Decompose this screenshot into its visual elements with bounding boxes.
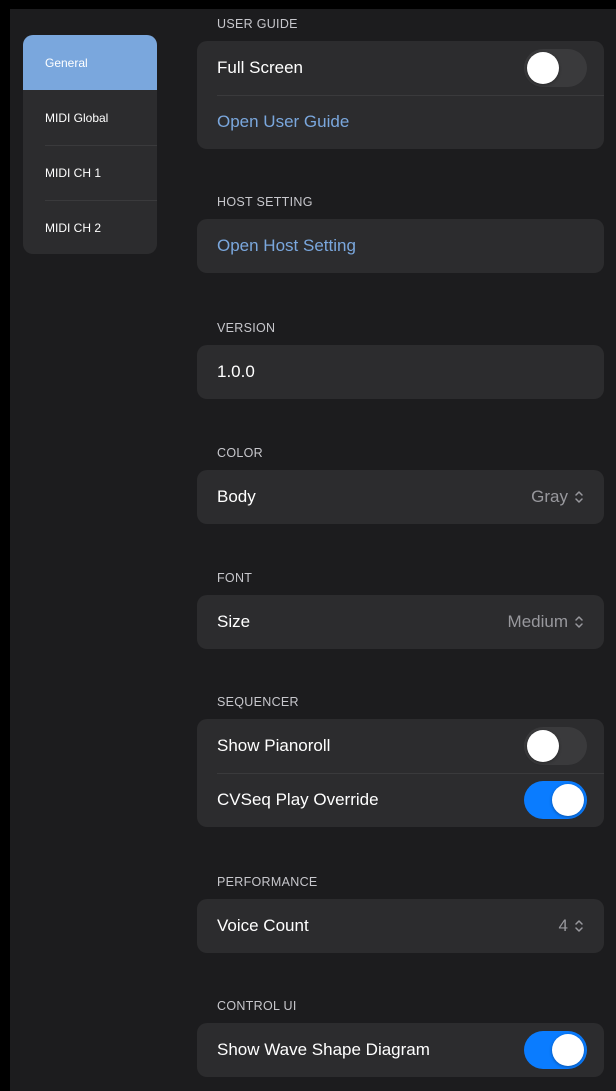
section-user-guide: USER GUIDE Full Screen Open User Guide [197,14,604,149]
body-color-label: Body [217,487,256,506]
section-header: SEQUENCER [217,695,299,709]
wave-shape-toggle[interactable] [524,1031,587,1069]
section-header: PERFORMANCE [217,875,318,889]
top-edge [0,0,616,9]
show-pianoroll-toggle[interactable] [524,727,587,765]
voice-count-row[interactable]: Voice Count 4 [197,899,604,953]
section-host-setting: HOST SETTING Open Host Setting [197,192,604,273]
section-header: VERSION [217,321,276,335]
group-version: 1.0.0 [197,345,604,399]
group-control-ui: Show Wave Shape Diagram [197,1023,604,1077]
open-host-setting-link[interactable]: Open Host Setting [197,219,604,273]
group-host-setting: Open Host Setting [197,219,604,273]
font-size-select[interactable]: Medium [508,612,584,632]
sidebar-item-label: MIDI CH 1 [45,165,102,180]
updown-chevron-icon [575,491,583,503]
toggle-knob [527,730,559,762]
sidebar: General MIDI Global MIDI CH 1 MIDI CH 2 [23,35,157,254]
section-header: COLOR [217,446,263,460]
font-size-label: Size [217,612,251,631]
sidebar-item-label: MIDI CH 2 [45,220,102,235]
voice-count-label: Voice Count [217,916,309,935]
version-row: 1.0.0 [197,345,604,399]
section-color: COLOR Body Gray [197,443,604,524]
section-header: HOST SETTING [217,195,313,209]
group-user-guide: Full Screen Open User Guide [197,41,604,149]
section-sequencer: SEQUENCER Show Pianoroll CVSeq Play Over… [197,692,604,827]
group-color: Body Gray [197,470,604,524]
open-user-guide-label: Open User Guide [217,112,350,131]
section-performance: PERFORMANCE Voice Count 4 [197,872,604,953]
cvseq-override-label: CVSeq Play Override [217,790,379,809]
updown-chevron-icon [575,920,583,932]
voice-count-value: 4 [558,916,568,935]
full-screen-row: Full Screen [197,41,604,95]
sidebar-item-general[interactable]: General [23,35,157,90]
body-color-row[interactable]: Body Gray [197,470,604,524]
wave-shape-label: Show Wave Shape Diagram [217,1040,430,1059]
sidebar-item-midi-ch-1[interactable]: MIDI CH 1 [23,145,157,200]
section-version: VERSION 1.0.0 [197,318,604,399]
group-performance: Voice Count 4 [197,899,604,953]
show-pianoroll-label: Show Pianoroll [217,736,331,755]
sidebar-item-label: MIDI Global [45,110,109,125]
section-header: CONTROL UI [217,999,297,1013]
settings-page: General MIDI Global MIDI CH 1 MIDI CH 2 … [0,0,616,1091]
updown-chevron-icon [575,616,583,628]
open-host-setting-label: Open Host Setting [217,236,356,255]
section-control-ui: CONTROL UI Show Wave Shape Diagram [197,996,604,1077]
section-font: FONT Size Medium [197,568,604,649]
body-color-select[interactable]: Gray [531,487,584,507]
full-screen-label: Full Screen [217,58,303,77]
section-header: USER GUIDE [217,17,298,31]
group-font: Size Medium [197,595,604,649]
sidebar-item-midi-global[interactable]: MIDI Global [23,90,157,145]
open-user-guide-link[interactable]: Open User Guide [197,95,604,149]
sidebar-item-label: General [45,55,88,70]
toggle-knob [552,1034,584,1066]
show-pianoroll-row: Show Pianoroll [197,719,604,773]
sidebar-item-midi-ch-2[interactable]: MIDI CH 2 [23,200,157,254]
font-size-row[interactable]: Size Medium [197,595,604,649]
cvseq-override-row: CVSeq Play Override [197,773,604,827]
version-value: 1.0.0 [217,362,255,381]
toggle-knob [527,52,559,84]
left-edge [0,0,10,1091]
section-header: FONT [217,571,253,585]
wave-shape-row: Show Wave Shape Diagram [197,1023,604,1077]
voice-count-select[interactable]: 4 [559,916,584,936]
toggle-knob [552,784,584,816]
group-sequencer: Show Pianoroll CVSeq Play Override [197,719,604,827]
font-size-value: Medium [507,612,568,631]
full-screen-toggle[interactable] [524,49,587,87]
body-color-value: Gray [531,487,568,506]
cvseq-override-toggle[interactable] [524,781,587,819]
